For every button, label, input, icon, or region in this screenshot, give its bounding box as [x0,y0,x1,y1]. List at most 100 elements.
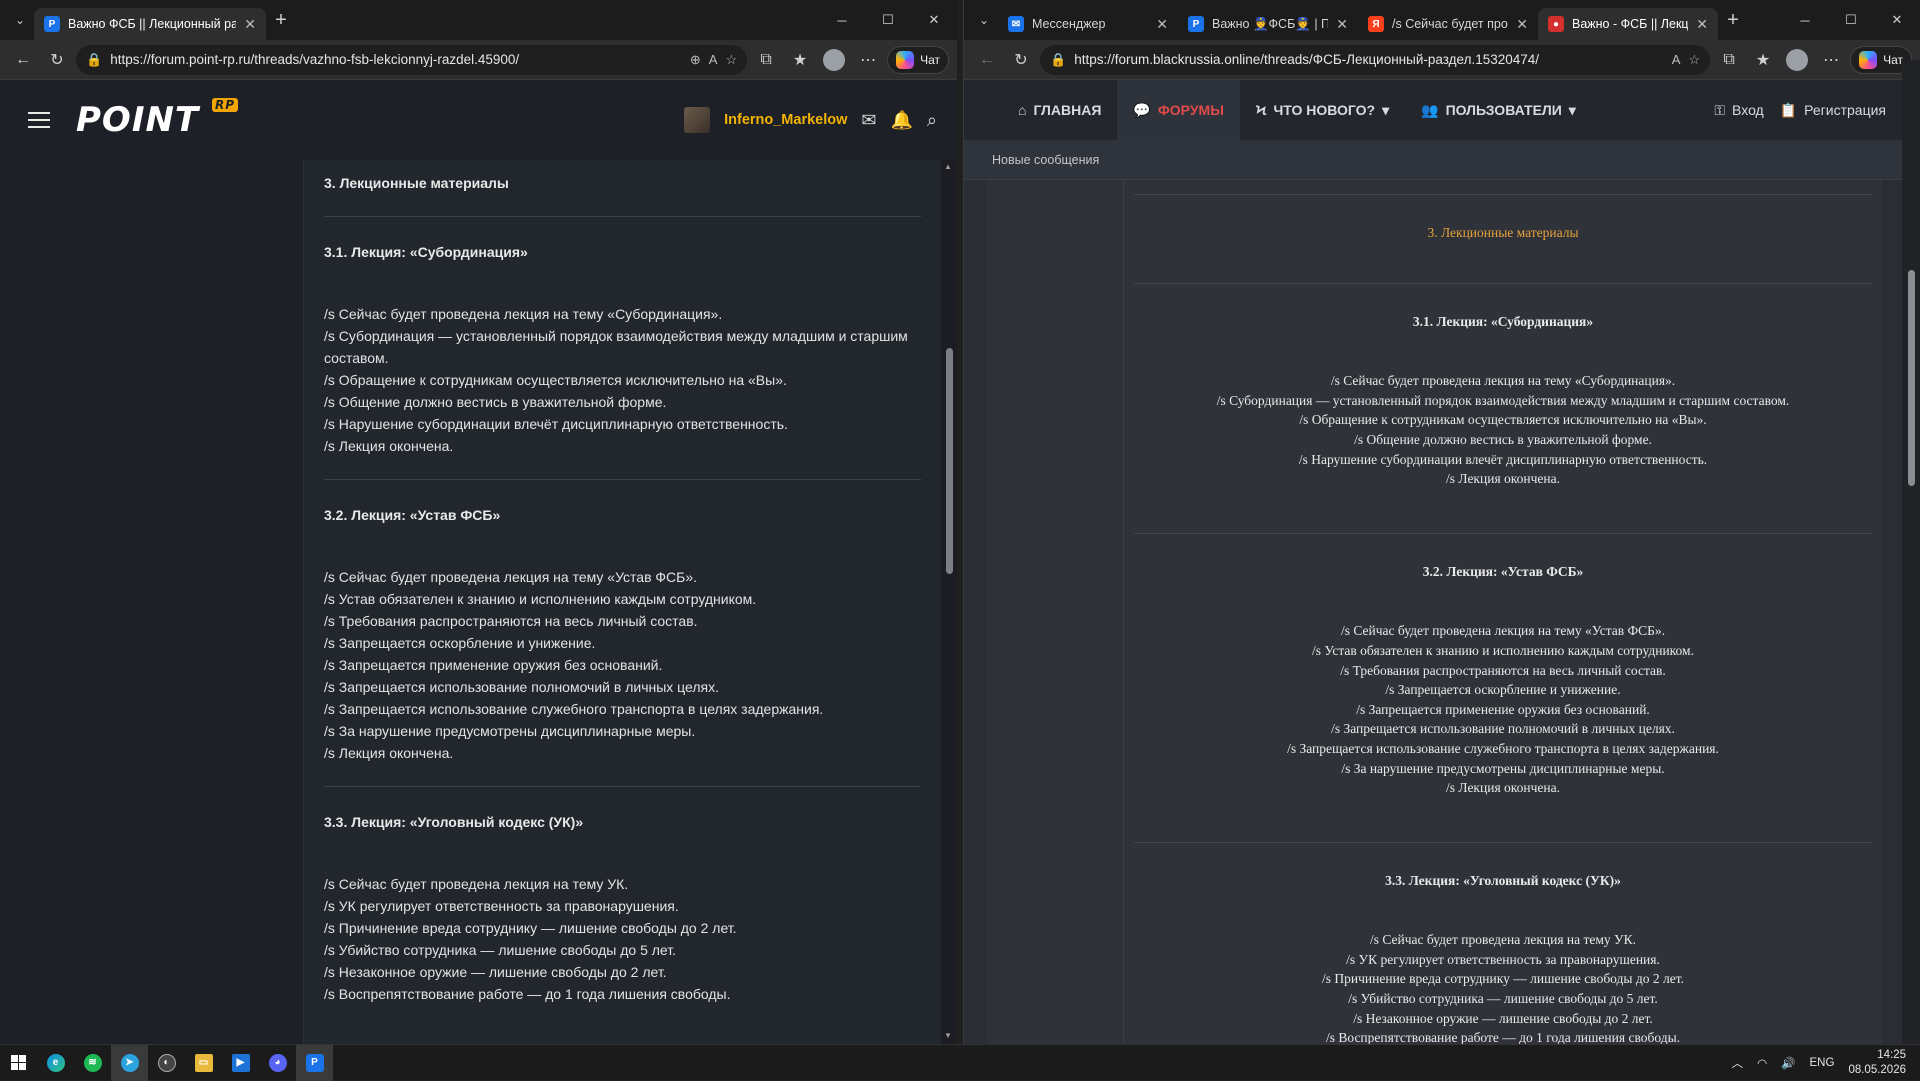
point-rp-icon[interactable]: P [296,1045,333,1081]
bell-icon[interactable]: 🔔 [890,110,912,131]
scrollbar-thumb[interactable] [946,348,953,574]
extensions-icon[interactable]: ⧉ [1714,45,1744,75]
tab-active[interactable]: P Важно ФСБ || Лекционный разде ✕ [34,8,266,40]
close-tab-icon[interactable]: ✕ [1336,16,1348,33]
register-link[interactable]: 📋Регистрация [1772,80,1894,140]
new-tab-icon[interactable]: + [1718,5,1748,35]
windows-start-icon[interactable] [0,1045,37,1081]
tab-1[interactable]: ✉Мессенджер✕ [998,8,1178,40]
url-field[interactable]: 🔒 https://forum.point-rp.ru/threads/vazh… [76,45,747,75]
favorites-icon[interactable]: ★ [1748,45,1778,75]
copilot-icon [1859,51,1877,69]
close-window-icon[interactable]: ✕ [911,0,957,40]
more-menu-icon[interactable]: ⋯ [1816,45,1846,75]
tab-actions-icon[interactable]: ⌄ [970,6,998,34]
left-sidebar [0,160,304,1044]
bolt-icon: ϟ [1256,102,1267,118]
lecture-line: /s Обращение к сотрудникам осуществляетс… [324,369,921,391]
favorite-star-icon[interactable]: ☆ [725,52,737,68]
reload-icon[interactable]: ↻ [1006,45,1036,75]
obs-icon[interactable]: ◐ [148,1045,185,1081]
close-tab-icon[interactable]: ✕ [1516,16,1528,33]
divider [324,216,921,217]
scrollbar[interactable] [1902,60,1920,1044]
spotify-icon[interactable]: ≋ [74,1045,111,1081]
search-icon[interactable]: ⌕ [927,110,937,131]
user-avatar[interactable] [684,107,710,133]
tab-title: Мессенджер [1032,17,1148,31]
nav-users[interactable]: 👥ПОЛЬЗОВАТЕЛИ▾ [1405,80,1592,140]
show-hidden-icons-icon[interactable]: ︿ [1732,1055,1744,1071]
discord-icon[interactable]: ◕ [259,1045,296,1081]
clock[interactable]: 14:25 08.05.2026 [1848,1048,1906,1078]
close-window-icon[interactable]: ✕ [1874,0,1920,40]
tab-favicon: ● [1548,16,1564,32]
maximize-icon[interactable]: ☐ [1828,0,1874,40]
tab-3[interactable]: Я/s Сейчас будет пров✕ [1358,8,1538,40]
lecture-line: /s Лекция окончена. [324,435,921,457]
file-explorer-icon[interactable]: ▭ [185,1045,222,1081]
more-menu-icon[interactable]: ⋯ [853,45,883,75]
close-tab-icon[interactable]: ✕ [1696,16,1708,33]
profile-icon[interactable] [819,45,849,75]
address-bar: ← ↻ 🔒 https://forum.point-rp.ru/threads/… [0,40,957,80]
minimize-icon[interactable]: ─ [1782,0,1828,40]
site-logo[interactable]: POINTRP [76,100,199,140]
page-body: 3. Лекционные материалы3.1. Лекция: «Суб… [964,180,1920,1044]
back-icon[interactable]: ← [8,45,38,75]
maximize-icon[interactable]: ☐ [865,0,911,40]
lecture-line: /s Сейчас будет проведена лекция на тему… [1134,930,1872,950]
chevron-down-icon: ▾ [1382,102,1389,119]
chat-label: Чат [920,53,940,67]
divider [324,786,921,787]
mail-icon[interactable]: ✉ [861,110,876,131]
language-indicator[interactable]: ENG [1810,1057,1835,1069]
edge-icon[interactable]: e [37,1045,74,1081]
url-field[interactable]: 🔒 https://forum.blackrussia.online/threa… [1040,45,1710,75]
tab-2[interactable]: PВажно 👮ФСБ👮 | Пр✕ [1178,8,1358,40]
network-icon[interactable]: ◠ [1757,1056,1767,1070]
site-nav: ⌂ГЛАВНАЯ 💬ФОРУМЫ ϟЧТО НОВОГО?▾ 👥ПОЛЬЗОВА… [964,80,1920,140]
directx-app-icon[interactable]: ▶ [222,1045,259,1081]
lecture-line: /s Запрещается применение оружия без осн… [1134,700,1872,720]
hamburger-menu-icon[interactable] [28,112,50,128]
login-link[interactable]: ⚿Вход [1706,80,1771,140]
scroll-up-icon[interactable]: ▲ [944,162,952,171]
zoom-icon[interactable]: ⊕ [690,52,701,68]
favorites-icon[interactable]: ★ [785,45,815,75]
telegram-icon[interactable]: ➤ [111,1045,148,1081]
favorite-star-icon[interactable]: ☆ [1688,52,1700,68]
copilot-chat-button[interactable]: Чат [887,46,949,74]
tab-favicon: P [44,16,60,32]
scrollbar-thumb[interactable] [1908,270,1915,486]
site-info-icon[interactable]: 🔒 [86,52,102,68]
close-tab-icon[interactable]: ✕ [244,16,256,33]
nav-whats-new[interactable]: ϟЧТО НОВОГО?▾ [1240,80,1405,140]
minimize-icon[interactable]: ─ [819,0,865,40]
profile-icon[interactable] [1782,45,1812,75]
back-icon[interactable]: ← [972,45,1002,75]
key-icon: ⚿ [1714,102,1725,119]
tab-4[interactable]: ●Важно - ФСБ || Лекц✕ [1538,8,1718,40]
tab-title: Важно ФСБ || Лекционный разде [68,17,236,31]
nav-home[interactable]: ⌂ГЛАВНАЯ [1002,80,1117,140]
read-aloud-icon[interactable]: A [709,52,718,67]
new-tab-icon[interactable]: + [266,5,296,35]
reload-icon[interactable]: ↻ [42,45,72,75]
time: 14:25 [1848,1048,1906,1063]
tab-strip: ⌄ ✉Мессенджер✕PВажно 👮ФСБ👮 | Пр✕Я/s Сейч… [964,0,1920,40]
volume-icon[interactable]: 🔊 [1781,1056,1795,1070]
close-tab-icon[interactable]: ✕ [1156,16,1168,33]
new-posts-link[interactable]: Новые сообщения [992,153,1099,167]
spacer [1134,284,1872,312]
lecture-line: /s Требования распространяются на весь л… [1134,661,1872,681]
scroll-down-icon[interactable]: ▼ [944,1031,952,1040]
read-aloud-icon[interactable]: A [1672,52,1681,67]
post-text: 3. Лекционные материалы3.1. Лекция: «Суб… [1124,180,1882,1044]
tab-actions-icon[interactable]: ⌄ [6,6,34,34]
nav-forums[interactable]: 💬ФОРУМЫ [1117,80,1240,140]
username-link[interactable]: Inferno_Markelow [724,112,847,128]
extensions-icon[interactable]: ⧉ [751,45,781,75]
scrollbar[interactable]: ▲ ▼ [941,160,957,1044]
site-info-icon[interactable]: 🔒 [1050,52,1066,68]
